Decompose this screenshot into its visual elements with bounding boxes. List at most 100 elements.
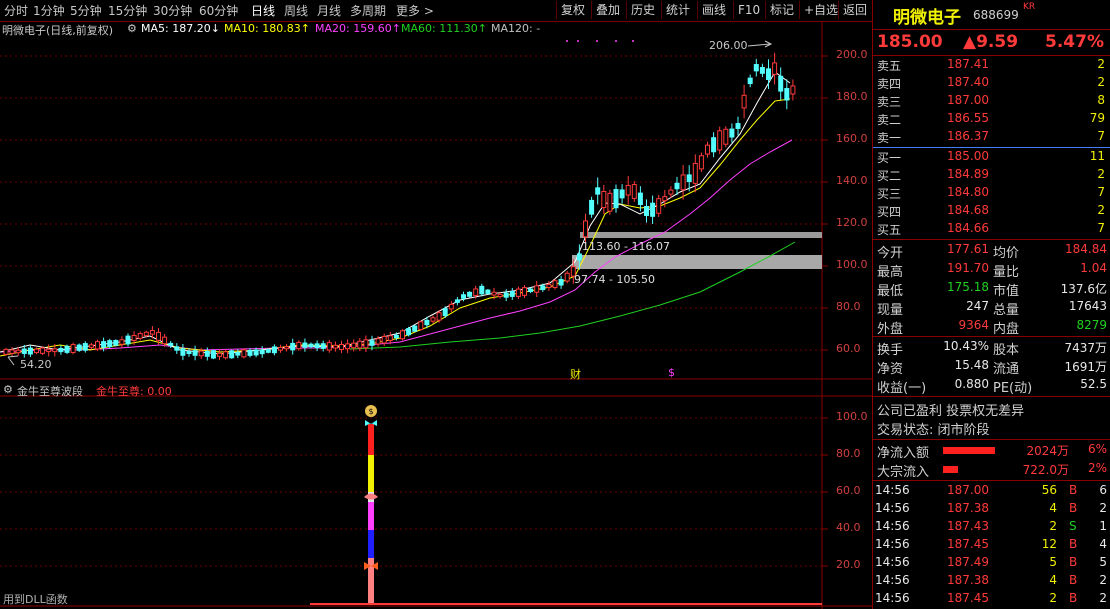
candle	[174, 346, 180, 351]
bid-label: 买二	[877, 169, 902, 183]
candle	[308, 343, 314, 348]
stock-tag: KR	[1023, 2, 1036, 12]
bid-label: 买一	[877, 151, 902, 165]
stat-label: 流通	[993, 362, 1020, 377]
trade-side: B	[1069, 573, 1078, 587]
indicator-axis-label: 40.0	[836, 521, 861, 534]
trade-price: 187.00	[947, 483, 989, 497]
finance-marker[interactable]: 财	[570, 366, 581, 382]
candle	[534, 285, 540, 293]
candle	[284, 346, 290, 350]
stock-name: 明微电子	[893, 8, 961, 28]
indicator-baseline	[310, 603, 822, 605]
candle	[9, 349, 15, 354]
candle	[400, 330, 405, 340]
stock-code: 688699	[973, 8, 1019, 22]
indicator-segment-pink	[368, 558, 374, 603]
candle	[522, 287, 527, 296]
stat-value: 52.5	[1080, 377, 1107, 391]
stat-value: 177.61	[947, 242, 989, 256]
candle	[357, 340, 363, 349]
stat-label: PE(动)	[993, 381, 1033, 396]
stat-value: 9364	[958, 318, 989, 332]
bid-volume: 2	[1097, 203, 1105, 217]
candle	[790, 85, 796, 95]
price-axis-label: 160.0	[836, 132, 868, 145]
bid-row[interactable]: 买一 185.00 11	[873, 149, 1110, 167]
candle	[601, 190, 607, 209]
candle	[247, 349, 253, 356]
candle	[589, 199, 595, 215]
stat-value: 191.70	[947, 261, 989, 275]
trade-volume: 4	[1049, 573, 1057, 587]
candle	[418, 321, 424, 330]
stats-row: 换手 10.43% 股本 7437万	[873, 339, 1110, 358]
trade-price: 187.43	[947, 519, 989, 533]
bid-row[interactable]: 买四 184.68 2	[873, 203, 1110, 221]
candle	[772, 62, 778, 75]
note-row: 交易状态: 闭市阶段	[873, 419, 1110, 438]
candle	[40, 347, 46, 354]
candle	[278, 346, 283, 351]
ask-row[interactable]: 卖二 186.55 79	[873, 111, 1110, 129]
ma20-line	[0, 139, 793, 353]
trade-volume: 2	[1049, 591, 1057, 605]
candle	[302, 342, 308, 348]
stat-label: 换手	[877, 343, 904, 358]
candle	[461, 294, 466, 299]
stat-label: 净资	[877, 362, 904, 377]
trade-time: 14:56	[875, 519, 910, 533]
candle	[766, 68, 771, 80]
stat-value: 0.880	[954, 377, 989, 391]
candle	[320, 343, 326, 349]
bid-volume: 7	[1097, 221, 1105, 235]
trade-volume: 56	[1041, 483, 1057, 497]
stat-label: 今开	[877, 246, 904, 261]
candle	[692, 162, 698, 184]
candle	[668, 189, 674, 195]
trade-volume: 5	[1049, 555, 1057, 569]
trade-count: 2	[1099, 591, 1107, 605]
trade-row: 14:56 187.43 2 S 1	[873, 519, 1110, 537]
kline-chart[interactable]: $	[0, 0, 872, 609]
candle	[290, 342, 296, 351]
candle	[503, 292, 509, 298]
stat-label: 股本	[993, 343, 1020, 358]
trade-side: S	[1069, 519, 1077, 533]
bid-row[interactable]: 买二 184.89 2	[873, 167, 1110, 185]
bid-label: 买五	[877, 223, 902, 237]
ask-row[interactable]: 卖四 187.40 2	[873, 75, 1110, 93]
indicator-segment-magenta	[368, 502, 374, 530]
indicator-settings-icon[interactable]: ⚙	[3, 383, 13, 396]
trade-price: 187.45	[947, 537, 989, 551]
flow-label: 大宗流入	[877, 465, 930, 480]
candle	[515, 288, 521, 297]
trade-side: B	[1069, 591, 1078, 605]
candle	[253, 349, 259, 356]
zone-label-upper: 113.60 - 116.07	[582, 240, 670, 253]
candle	[607, 192, 613, 212]
candle	[143, 331, 149, 337]
candle	[332, 344, 338, 349]
zone-band-lower	[572, 255, 822, 269]
candle	[241, 349, 247, 358]
stats-row: 最高 191.70 量比 1.04	[873, 261, 1110, 280]
flow-row: 净流入额 2024万 6%	[873, 442, 1110, 461]
high-price-label: 206.00	[709, 39, 748, 52]
dollar-marker[interactable]: $	[668, 366, 675, 379]
ask-row[interactable]: 卖五 187.41 2	[873, 57, 1110, 75]
stat-label: 量比	[993, 265, 1020, 280]
ask-volume: 79	[1089, 111, 1105, 125]
candle	[784, 88, 790, 101]
stats-row: 外盘 9364 内盘 8279	[873, 318, 1110, 337]
candle	[583, 220, 588, 238]
ask-row[interactable]: 卖一 186.37 7	[873, 129, 1110, 147]
ask-row[interactable]: 卖三 187.00 8	[873, 93, 1110, 111]
bid-row[interactable]: 买五 184.66 7	[873, 221, 1110, 239]
bid-row[interactable]: 买三 184.80 7	[873, 185, 1110, 203]
candle	[259, 349, 265, 355]
stats-row: 今开 177.61 均价 184.84	[873, 242, 1110, 261]
candle	[613, 188, 619, 209]
candle	[723, 128, 729, 145]
note-profit: 公司已盈利 投票权无差异	[877, 404, 1025, 419]
